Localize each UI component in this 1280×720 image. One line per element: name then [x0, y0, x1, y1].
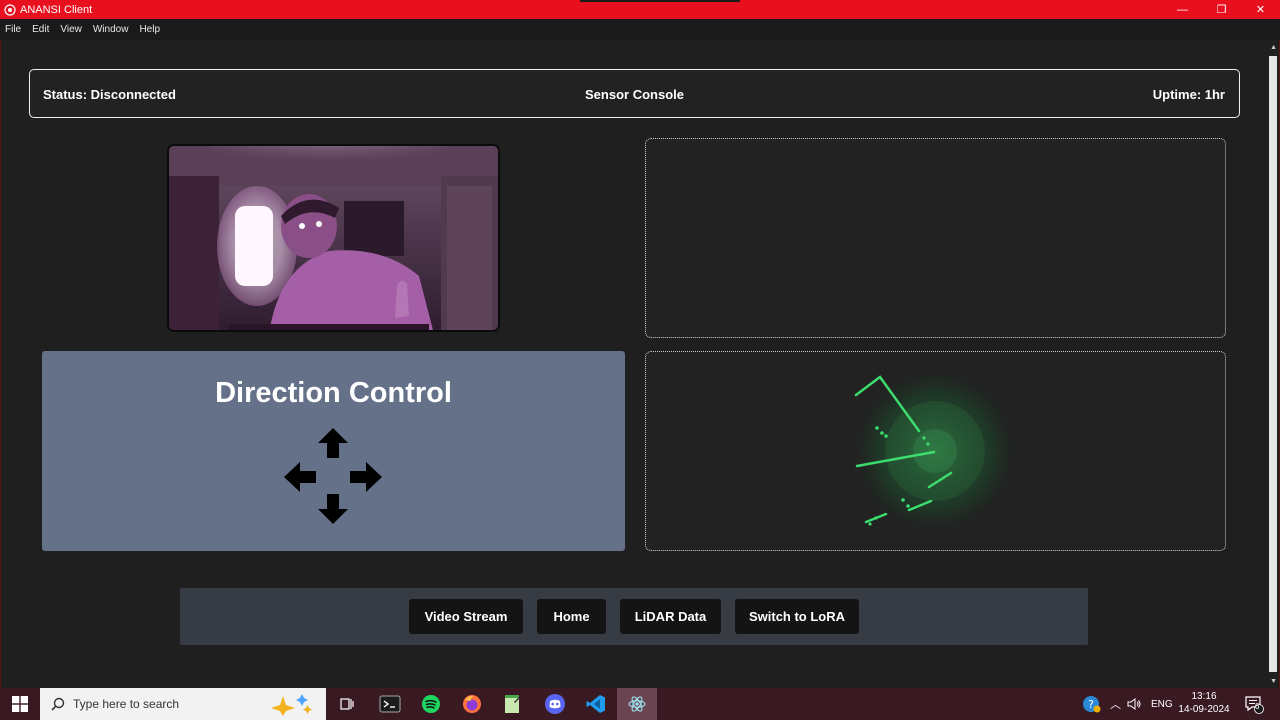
menu-bar: File Edit View Window Help	[0, 19, 1280, 40]
close-button[interactable]: ✕	[1241, 0, 1280, 19]
notification-count: 6	[1255, 702, 1260, 711]
windows-taskbar: Type here to search ? ︿ ENG 13:16 14-09-…	[0, 688, 1280, 720]
menu-file[interactable]: File	[5, 24, 21, 35]
notepad-icon[interactable]	[492, 692, 532, 716]
help-tray-icon[interactable]: ?	[1082, 694, 1102, 714]
left-arrow-icon[interactable]	[283, 461, 317, 493]
scrollbar[interactable]: ▲ ▼	[1267, 40, 1279, 688]
system-tray: ? ︿ ENG	[1082, 688, 1173, 720]
video-stream-button[interactable]: Video Stream	[409, 599, 523, 634]
minimize-button[interactable]: —	[1163, 0, 1202, 19]
clock-date: 14-09-2024	[1178, 704, 1230, 715]
right-arrow-icon[interactable]	[349, 461, 383, 493]
windows-logo-icon	[12, 696, 28, 712]
menu-window[interactable]: Window	[93, 24, 129, 35]
clock-time: 13:16	[1191, 691, 1217, 702]
webcam-image	[169, 146, 498, 330]
terminal-icon[interactable]	[370, 692, 410, 716]
task-view-icon[interactable]	[327, 692, 367, 716]
menu-view[interactable]: View	[60, 24, 82, 35]
direction-control-panel: Direction Control	[42, 351, 625, 551]
svg-text:?: ?	[1088, 698, 1094, 711]
notification-center[interactable]: 6	[1244, 688, 1264, 720]
copilot-sparkle-icon[interactable]	[268, 694, 320, 716]
window-title: ANANSI Client	[20, 3, 93, 16]
search-placeholder: Type here to search	[73, 697, 180, 711]
taskbar-clock[interactable]: 13:16 14-09-2024	[1172, 690, 1236, 716]
start-button[interactable]	[0, 688, 40, 720]
app-content: Status: Disconnected Sensor Console Upti…	[0, 40, 1280, 688]
switch-to-lora-button[interactable]: Switch to LoRA	[735, 599, 859, 634]
app-logo-icon	[4, 3, 16, 16]
page-title: Sensor Console	[585, 87, 684, 102]
up-arrow-icon[interactable]	[317, 427, 349, 459]
firefox-icon[interactable]	[452, 692, 492, 716]
menu-edit[interactable]: Edit	[32, 24, 49, 35]
home-button[interactable]: Home	[537, 599, 606, 634]
window-controls: — ❐ ✕	[1163, 0, 1280, 19]
video-feed	[167, 144, 500, 332]
chevron-up-icon[interactable]: ︿	[1110, 696, 1121, 712]
scroll-up-icon[interactable]: ▲	[1270, 44, 1277, 51]
volume-icon[interactable]	[1127, 697, 1141, 711]
bottom-nav-bar: Video Stream Home LiDAR Data Switch to L…	[180, 588, 1088, 645]
lidar-panel	[645, 351, 1226, 551]
lidar-scan-view	[853, 369, 1017, 533]
search-icon	[51, 697, 65, 711]
radar-ring-inner	[913, 429, 957, 473]
menu-help[interactable]: Help	[139, 24, 160, 35]
sensor-data-panel	[645, 138, 1226, 338]
language-indicator[interactable]: ENG	[1151, 699, 1173, 710]
vscode-icon[interactable]	[576, 692, 616, 716]
maximize-button[interactable]: ❐	[1202, 0, 1241, 19]
uptime-label: Uptime: 1hr	[1152, 87, 1225, 102]
scrollbar-thumb[interactable]	[1269, 56, 1277, 672]
notifications-icon	[1245, 696, 1264, 714]
scroll-down-icon[interactable]: ▼	[1270, 678, 1277, 685]
title-notch	[580, 0, 740, 2]
title-bar: ANANSI Client — ❐ ✕	[0, 0, 1280, 19]
down-arrow-icon[interactable]	[317, 493, 349, 525]
lidar-data-button[interactable]: LiDAR Data	[620, 599, 721, 634]
spotify-icon[interactable]	[411, 692, 451, 716]
discord-icon[interactable]	[535, 692, 575, 716]
electron-app-icon[interactable]	[617, 692, 657, 716]
direction-control-title: Direction Control	[215, 377, 452, 409]
taskbar-search[interactable]: Type here to search	[40, 688, 326, 720]
status-header: Status: Disconnected Sensor Console Upti…	[29, 69, 1240, 118]
